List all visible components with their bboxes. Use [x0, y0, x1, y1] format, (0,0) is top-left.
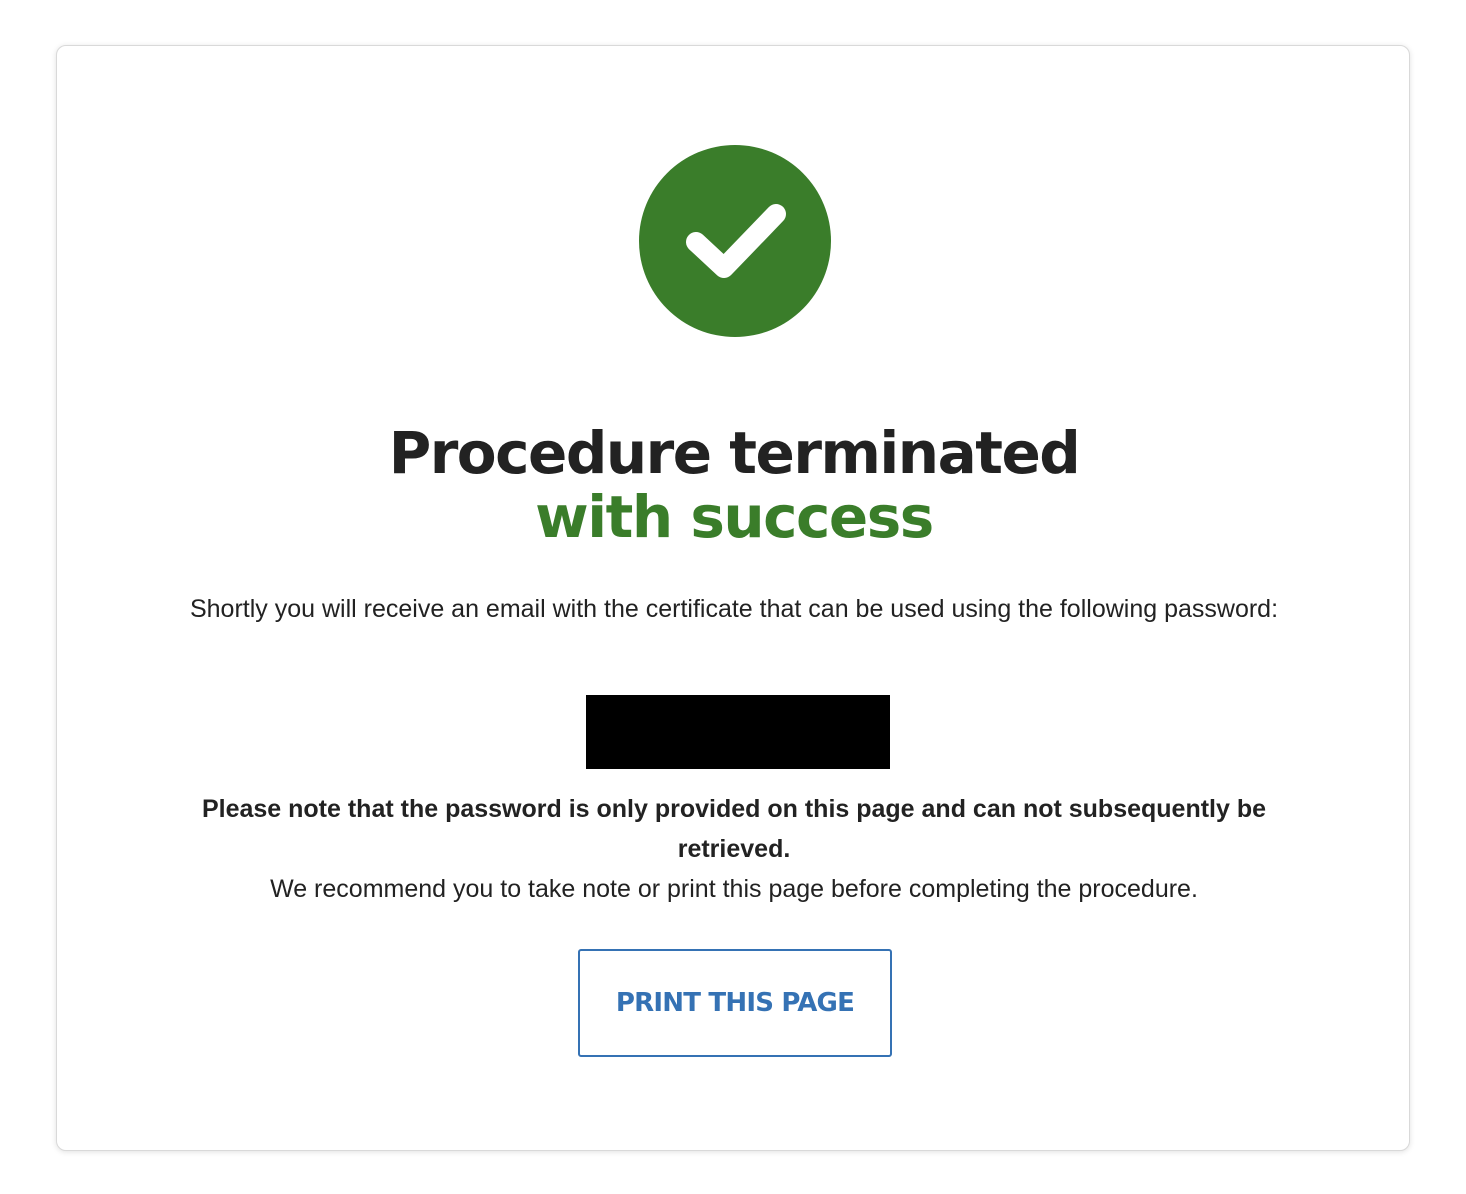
- print-recommendation: We recommend you to take note or print t…: [270, 875, 1198, 903]
- title-line-primary: Procedure terminated: [388, 419, 1081, 487]
- email-message: Shortly you will receive an email with t…: [189, 595, 1279, 623]
- checkmark-icon: [686, 204, 786, 278]
- print-page-button[interactable]: PRINT THIS PAGE: [578, 949, 892, 1057]
- password-value: [586, 695, 890, 769]
- page-title: Procedure terminated with success: [57, 421, 1411, 549]
- title-line-success: with success: [535, 483, 934, 551]
- success-card: Procedure terminated with success Shortl…: [56, 45, 1410, 1151]
- checkmark-circle-icon: [639, 145, 831, 337]
- password-note: Please note that the password is only pr…: [147, 789, 1321, 909]
- password-warning: Please note that the password is only pr…: [201, 795, 1267, 863]
